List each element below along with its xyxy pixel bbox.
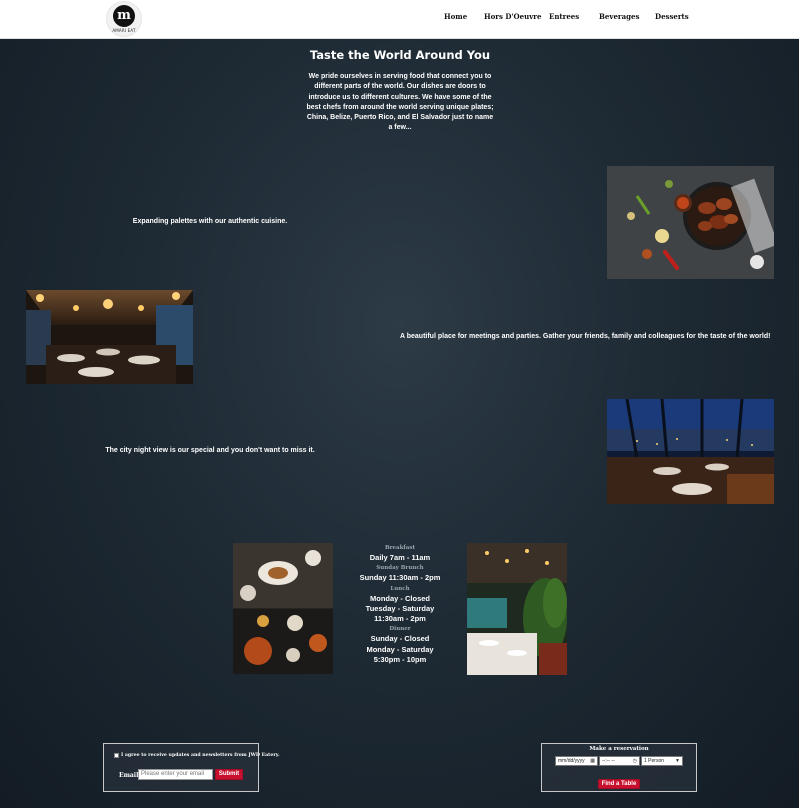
- feature-cuisine-text: Expanding palettes with our authentic cu…: [132, 218, 288, 225]
- reservation-title: Make a reservation: [589, 746, 649, 752]
- consent-text: I agree to receive updates and newslette…: [121, 753, 280, 758]
- feature-meetings-text: A beautiful place for meetings and parti…: [400, 333, 771, 340]
- intro-paragraph: We pride ourselves in serving food that …: [306, 73, 494, 132]
- feature-night-view-text: The city night view is our special and y…: [105, 447, 315, 454]
- brunch-label: Sunday Brunch: [376, 565, 424, 572]
- email-label: Email: [119, 772, 139, 779]
- dining-room-photo: [26, 290, 193, 384]
- dishes-collage-photo: [233, 543, 333, 674]
- city-night-view-photo: [607, 399, 774, 504]
- newsletter-consent: I agree to receive updates and newslette…: [114, 753, 280, 758]
- party-size-value: 1 Person: [644, 758, 665, 764]
- time-input[interactable]: --:-- -- ◷: [599, 756, 640, 766]
- dinner-label: Dinner: [389, 626, 411, 633]
- newsletter-form: I agree to receive updates and newslette…: [103, 743, 280, 792]
- top-navbar: m AMARI EAT Home Hors D'Oeuvre Entrees B…: [0, 0, 799, 39]
- nav-desserts[interactable]: Desserts: [655, 12, 689, 21]
- dinner-time-2: Monday - Saturday: [366, 644, 434, 654]
- dinner-time-3: 5:30pm - 10pm: [373, 655, 427, 665]
- breakfast-time: Daily 7am - 11am: [369, 553, 431, 562]
- nav-entrees[interactable]: Entrees: [549, 12, 579, 21]
- lunch-time-3: 11:30am - 2pm: [374, 614, 426, 624]
- spices-chicken-photo: [607, 166, 774, 279]
- nav-home[interactable]: Home: [444, 12, 467, 21]
- submit-button[interactable]: Submit: [215, 769, 243, 780]
- chevron-down-icon: ▼: [675, 758, 680, 764]
- nav-beverages[interactable]: Beverages: [599, 12, 639, 21]
- breakfast-label: Breakfast: [385, 545, 415, 551]
- time-value: --:-- --: [602, 758, 615, 764]
- clock-icon: ◷: [632, 758, 637, 764]
- consent-checkbox[interactable]: [114, 753, 119, 758]
- lunch-time-2: Tuesday - Saturday: [365, 603, 435, 613]
- date-value: mm/dd/yyyy: [558, 758, 585, 764]
- terrace-dining-photo: [467, 543, 567, 675]
- nav-hors-doeuvre[interactable]: Hors D'Oeuvre: [484, 12, 541, 21]
- brunch-time: Sunday 11:30am - 2pm: [359, 573, 441, 583]
- lunch-label: Lunch: [390, 585, 410, 592]
- restaurant-logo[interactable]: m AMARI EAT: [106, 1, 142, 37]
- logo-text: AMARI EAT: [112, 28, 136, 33]
- date-input[interactable]: mm/dd/yyyy ▦: [555, 756, 598, 766]
- page-title: Taste the World Around You: [309, 48, 491, 62]
- opening-hours: Breakfast Daily 7am - 11am Sunday Brunch…: [345, 543, 455, 665]
- lunch-time-1: Monday - Closed: [369, 593, 430, 603]
- reservation-form: Make a reservation mm/dd/yyyy ▦ --:-- --…: [541, 743, 697, 792]
- calendar-icon: ▦: [590, 758, 595, 764]
- logo-mark-icon: m: [113, 5, 135, 27]
- find-table-button[interactable]: Find a Table: [598, 779, 640, 789]
- party-size-select[interactable]: 1 Person ▼: [641, 756, 683, 766]
- email-field[interactable]: Please enter your email: [138, 769, 213, 780]
- dinner-time-1: Sunday - Closed: [370, 634, 430, 644]
